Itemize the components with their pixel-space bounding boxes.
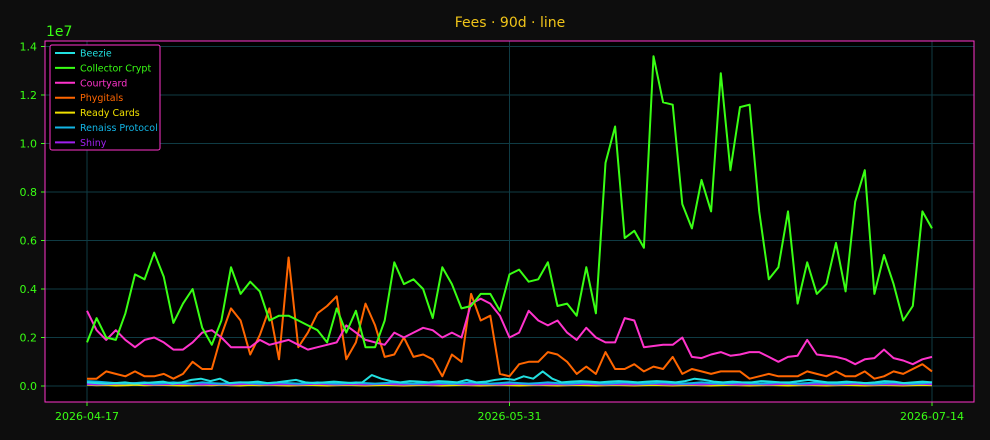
y-tick-label: 1.4 [20,41,38,54]
y-tick-label: 0.4 [20,283,38,296]
legend-label-courtyard: Courtyard [80,78,127,89]
y-axis-multiplier: 1e7 [46,24,72,40]
x-tick-label: 2026-05-31 [478,410,542,423]
y-tick-label: 0.8 [20,186,38,199]
y-tick-label: 1.2 [20,89,38,102]
y-tick-label: 0.6 [20,235,38,248]
legend-label-beezie: Beezie [80,49,112,60]
y-tick-label: 0.0 [20,380,38,393]
legend-label-ready-cards: Ready Cards [80,108,140,119]
y-tick-label: 1.0 [20,138,38,151]
legend-label-renaiss-protocol: Renaiss Protocol [80,123,158,134]
legend-label-phygitals: Phygitals [80,93,123,104]
line-chart: Fees · 90d · line 1e7 0.0 0.2 0.4 0.6 0.8 1.0… [0,0,990,440]
x-tick-label: 2026-07-14 [900,410,964,423]
legend-label-collector-crypt: Collector Crypt [80,63,151,74]
chart-container: Fees · 90d · line 1e7 0.0 0.2 0.4 0.6 0.8 1.0… [0,0,990,440]
chart-title: Fees · 90d · line [455,15,565,31]
legend: Beezie Collector Crypt Courtyard Phygitals R… [49,44,161,151]
x-tick-label: 2026-04-17 [55,410,119,423]
y-tick-label: 0.2 [20,332,38,345]
plot-area: 0.0 0.2 0.4 0.6 0.8 1.0 1.2 1.4 2026-04-17 2026-0… [20,40,975,423]
legend-label-shiny: Shiny [80,138,107,149]
